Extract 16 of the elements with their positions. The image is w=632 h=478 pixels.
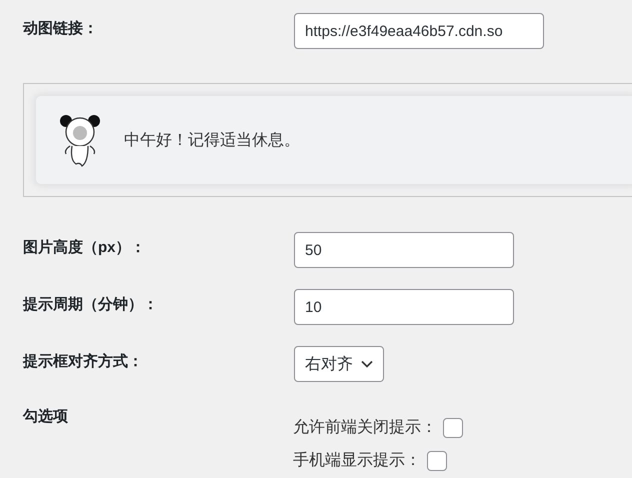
field-label: 提示框对齐方式： <box>23 352 144 371</box>
alignment-dropdown[interactable]: 右对齐 <box>294 346 384 382</box>
checkbox[interactable] <box>427 450 447 470</box>
field-label: 图片高度（px）： <box>23 238 147 257</box>
notice-message: 中午好！记得适当休息。 <box>124 130 300 150</box>
checkbox-label: 允许前端关闭提示： <box>293 418 437 438</box>
text-field[interactable]: 50 <box>294 232 514 268</box>
chevron-down-icon <box>361 360 373 368</box>
panda-icon <box>58 112 102 168</box>
field-label: 提示周期（分钟）： <box>23 295 159 314</box>
text-field[interactable]: 10 <box>294 289 514 325</box>
text-field[interactable]: https://e3f49eaa46b57.cdn.so <box>294 13 544 49</box>
section-label: 勾选项 <box>23 407 69 426</box>
checkbox[interactable] <box>443 418 463 438</box>
field-label: 动图链接： <box>23 19 99 38</box>
checkbox-label: 手机端显示提示： <box>293 450 421 471</box>
